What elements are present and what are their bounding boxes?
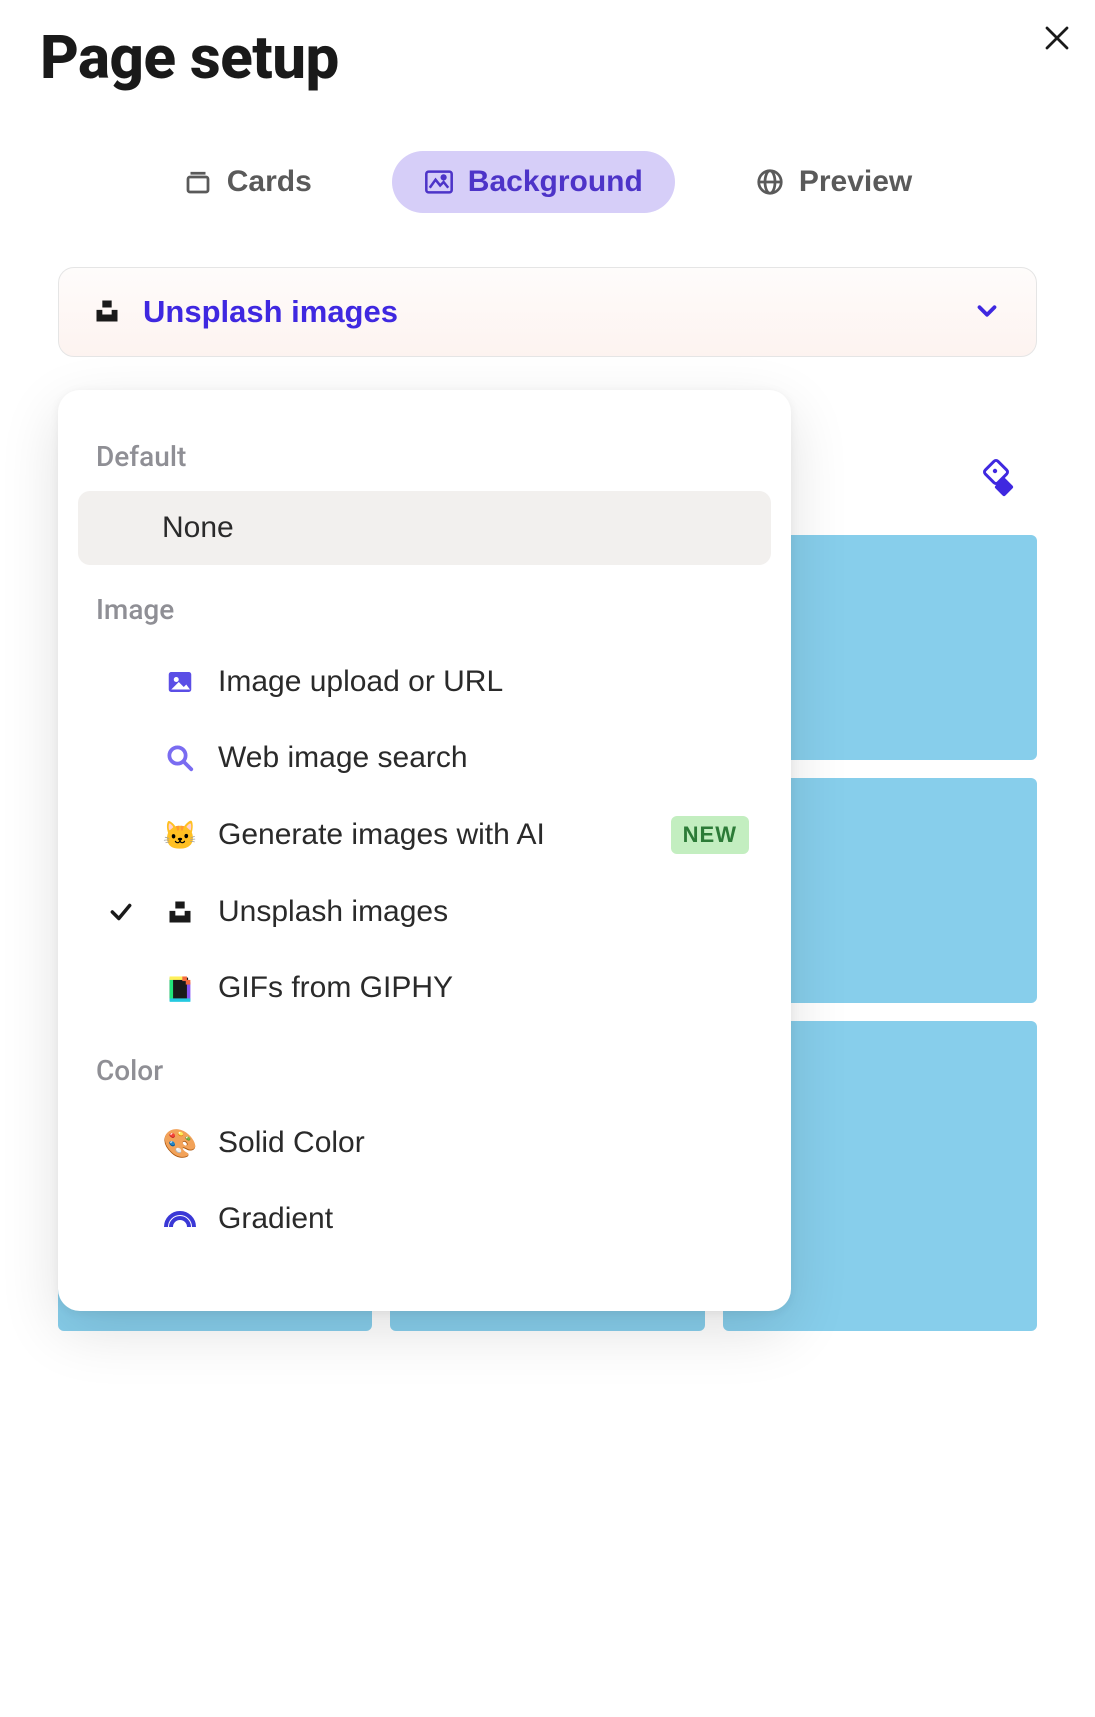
dropdown-item-none[interactable]: None [78, 491, 771, 565]
dropdown-item-label: Image upload or URL [218, 665, 749, 699]
dropdown-item-label: GIFs from GIPHY [218, 971, 749, 1005]
unsplash-icon [162, 894, 198, 930]
tab-background[interactable]: Background [392, 151, 675, 213]
palette-icon: 🎨 [162, 1125, 198, 1161]
dropdown-item-label: Gradient [218, 1202, 749, 1236]
tab-cards-label: Cards [227, 165, 312, 199]
checkmark-icon [100, 899, 142, 925]
chevron-down-icon [972, 296, 1002, 329]
giphy-icon [162, 970, 198, 1006]
new-badge: NEW [671, 816, 749, 854]
cards-icon [183, 167, 213, 197]
background-icon [424, 167, 454, 197]
dropdown-item-generate-ai[interactable]: 🐱 Generate images with AI NEW [78, 796, 771, 874]
dropdown-item-label: Unsplash images [218, 895, 749, 929]
dropdown-item-label: Generate images with AI [218, 818, 651, 852]
dropdown-item-solid-color[interactable]: 🎨 Solid Color [78, 1105, 771, 1181]
unsplash-icon [93, 297, 121, 328]
dropdown-item-unsplash[interactable]: Unsplash images [78, 874, 771, 950]
dropdown-item-web-search[interactable]: Web image search [78, 720, 771, 796]
dropdown-item-label: Solid Color [218, 1126, 749, 1160]
dropdown-group-image: Image [76, 579, 773, 644]
image-icon [162, 664, 198, 700]
background-source-dropdown: Default None Image Image upload or URL W… [58, 390, 791, 1311]
dropdown-item-gifs[interactable]: GIFs from GIPHY [78, 950, 771, 1026]
dropdown-item-label: Web image search [218, 741, 749, 775]
background-source-selector[interactable]: Unsplash images [58, 267, 1037, 357]
gradient-icon [162, 1201, 198, 1237]
preview-icon [755, 167, 785, 197]
tabs-container: Cards Background Preview [0, 93, 1095, 213]
search-icon [162, 740, 198, 776]
adjust-colors-icon[interactable] [975, 457, 1015, 497]
page-title: Page setup [0, 0, 1095, 93]
dropdown-item-label: None [162, 511, 749, 545]
ai-cat-icon: 🐱 [162, 817, 198, 853]
close-icon [1042, 23, 1072, 53]
close-button[interactable] [1037, 18, 1077, 58]
tab-background-label: Background [468, 165, 643, 199]
dropdown-group-color: Color [76, 1040, 773, 1105]
selector-current-label: Unsplash images [143, 294, 950, 330]
tab-cards[interactable]: Cards [151, 151, 344, 213]
tab-preview[interactable]: Preview [723, 151, 944, 213]
dropdown-item-gradient[interactable]: Gradient [78, 1181, 771, 1257]
tab-preview-label: Preview [799, 165, 912, 199]
dropdown-group-default: Default [76, 426, 773, 491]
dropdown-item-image-upload[interactable]: Image upload or URL [78, 644, 771, 720]
